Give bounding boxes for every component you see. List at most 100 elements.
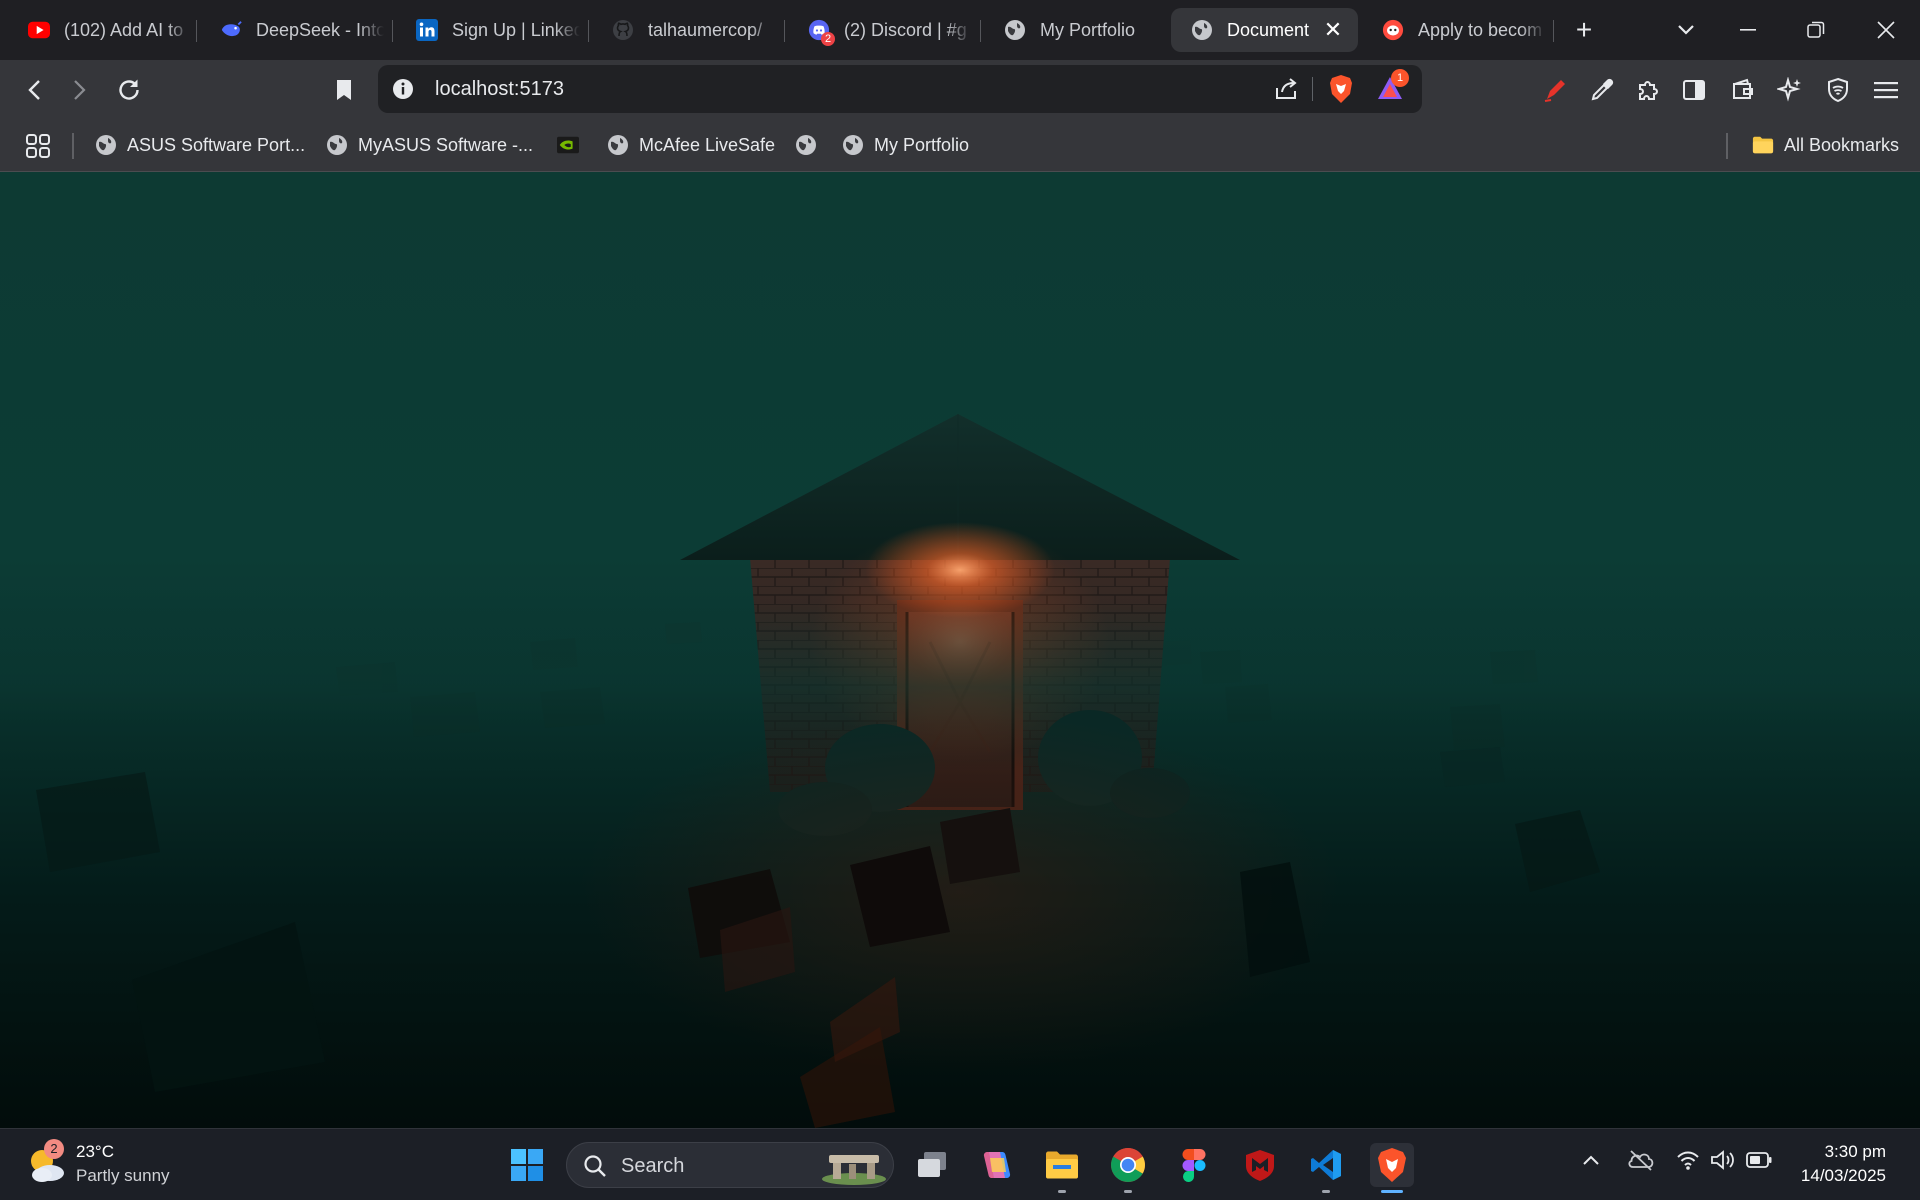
extensions-icon[interactable] <box>1630 72 1666 108</box>
windows-start-icon[interactable] <box>505 1143 549 1187</box>
mcafee-icon[interactable] <box>1238 1143 1282 1187</box>
tab-title: DeepSeek - Into <box>256 19 384 40</box>
youtube-icon <box>28 19 50 41</box>
bookmark-myasus-software[interactable]: MyASUS Software -... <box>326 132 533 158</box>
volume-icon[interactable] <box>1710 1149 1736 1176</box>
address-bar[interactable]: localhost:5173 1 <box>378 65 1422 113</box>
bookmark-label: My Portfolio <box>874 134 970 155</box>
discord-badge: 2 <box>821 32 835 46</box>
vpn-shield-icon[interactable] <box>1820 72 1856 108</box>
brave-shields-icon[interactable] <box>1328 74 1354 109</box>
webpage-canvas[interactable] <box>0 172 1920 1128</box>
github-icon <box>612 19 634 41</box>
clock-date[interactable]: 14/03/2025 <box>1801 1166 1886 1186</box>
globe-icon <box>1191 19 1213 41</box>
tab-youtube[interactable]: (102) Add AI to <box>8 8 192 52</box>
bookmarks-bar: ASUS Software Port... MyASUS Software -.… <box>0 120 1920 172</box>
tab-divider <box>588 20 589 42</box>
back-icon[interactable] <box>16 72 52 108</box>
running-indicator <box>1124 1190 1132 1193</box>
bookmark-mcafee-livesafe[interactable]: McAfee LiveSafe <box>607 132 775 158</box>
tab-deepseek[interactable]: DeepSeek - Into <box>200 8 384 52</box>
file-explorer-icon[interactable] <box>1040 1143 1084 1193</box>
tab-document[interactable]: Document ✕ <box>1171 8 1358 52</box>
tab-github[interactable]: talhaumercop/ <box>592 8 776 52</box>
new-tab-button[interactable]: + <box>1564 12 1604 48</box>
bookmark-label: ASUS Software Port... <box>127 134 306 155</box>
tab-divider <box>196 20 197 42</box>
tab-divider <box>980 20 981 42</box>
close-window-icon[interactable] <box>1866 12 1906 48</box>
brave-rewards-icon[interactable]: 1 <box>1376 69 1409 106</box>
active-indicator <box>1381 1190 1403 1193</box>
tab-title: (2) Discord | #g <box>844 19 967 40</box>
chrome-icon[interactable] <box>1106 1143 1150 1193</box>
site-info-icon[interactable] <box>392 78 414 105</box>
tab-search-chevron-icon[interactable] <box>1666 12 1706 48</box>
figma-icon[interactable] <box>1172 1143 1216 1187</box>
tab-discord[interactable]: 2 (2) Discord | #g <box>788 8 972 52</box>
search-placeholder: Search <box>621 1155 685 1177</box>
globe-icon <box>842 134 864 156</box>
globe-icon <box>607 134 629 156</box>
weather-temperature: 23°C <box>76 1142 114 1161</box>
weather-condition: Partly sunny <box>76 1166 170 1185</box>
onedrive-offline-icon[interactable] <box>1627 1149 1655 1176</box>
tab-apply[interactable]: Apply to becom <box>1362 8 1546 52</box>
bookmark-unnamed[interactable] <box>795 132 827 158</box>
tab-close-icon[interactable]: ✕ <box>1322 17 1344 43</box>
bookmark-label: MyASUS Software -... <box>358 134 534 155</box>
bookmark-nvidia[interactable] <box>557 132 589 158</box>
system-tray-chevron-icon[interactable] <box>1582 1153 1600 1171</box>
omnibox-divider <box>1312 77 1313 101</box>
clock-time[interactable]: 3:30 pm <box>1825 1142 1886 1162</box>
menu-icon[interactable] <box>1868 72 1904 108</box>
weather-widget[interactable]: 2 <box>24 1139 68 1187</box>
running-indicator <box>1322 1190 1330 1193</box>
wifi-icon[interactable] <box>1676 1149 1700 1176</box>
share-icon[interactable] <box>1273 76 1299 107</box>
minimize-icon[interactable] <box>1728 12 1768 48</box>
tab-my-portfolio[interactable]: My Portfolio <box>984 8 1168 52</box>
tab-title: Document <box>1227 19 1310 40</box>
tab-divider <box>784 20 785 42</box>
rewards-badge: 1 <box>1391 69 1409 87</box>
nvidia-icon <box>557 134 579 156</box>
pen-extension-icon[interactable] <box>1537 72 1573 108</box>
deepseek-icon <box>220 19 242 41</box>
app-icon <box>1382 19 1404 41</box>
windows-taskbar: 2 23°C Partly sunny Search 3:30 pm 14/03… <box>0 1128 1920 1200</box>
apps-grid-icon[interactable] <box>20 128 56 164</box>
restore-icon[interactable] <box>1796 12 1836 48</box>
all-bookmarks-label: All Bookmarks <box>1784 134 1900 155</box>
bookmark-asus-software-portal[interactable]: ASUS Software Port... <box>95 132 305 158</box>
tab-title: (102) Add AI to <box>64 19 184 40</box>
all-bookmarks-button[interactable]: All Bookmarks <box>1752 132 1899 158</box>
eyedropper-icon[interactable] <box>1584 72 1620 108</box>
vscode-icon[interactable] <box>1304 1143 1348 1193</box>
bookmark-my-portfolio[interactable]: My Portfolio <box>842 132 969 158</box>
weather-badge: 2 <box>44 1139 64 1159</box>
bookmark-icon[interactable] <box>326 72 362 108</box>
tab-title: My Portfolio <box>1040 19 1136 40</box>
sidebar-toggle-icon[interactable] <box>1676 72 1712 108</box>
brave-icon[interactable] <box>1370 1143 1414 1193</box>
wallet-icon[interactable] <box>1725 72 1761 108</box>
copilot-icon[interactable] <box>975 1143 1019 1187</box>
bookmarks-divider <box>72 133 74 159</box>
taskbar-search[interactable]: Search <box>566 1142 894 1188</box>
task-view-icon[interactable] <box>910 1143 954 1187</box>
search-highlight-image <box>819 1147 889 1190</box>
tab-divider <box>1553 20 1554 42</box>
tab-linkedin[interactable]: Sign Up | LinkedIn <box>396 8 580 52</box>
forward-icon[interactable] <box>62 72 98 108</box>
leo-ai-icon[interactable] <box>1772 72 1808 108</box>
reload-icon[interactable] <box>111 72 147 108</box>
globe-icon <box>1004 19 1026 41</box>
scene-svg <box>0 414 1920 1128</box>
globe-icon <box>95 134 117 156</box>
bookmark-label: McAfee LiveSafe <box>639 134 776 155</box>
url-text[interactable]: localhost:5173 <box>435 78 564 101</box>
battery-icon[interactable] <box>1746 1151 1772 1174</box>
tab-strip: (102) Add AI to DeepSeek - Into Sign Up … <box>0 0 1920 60</box>
